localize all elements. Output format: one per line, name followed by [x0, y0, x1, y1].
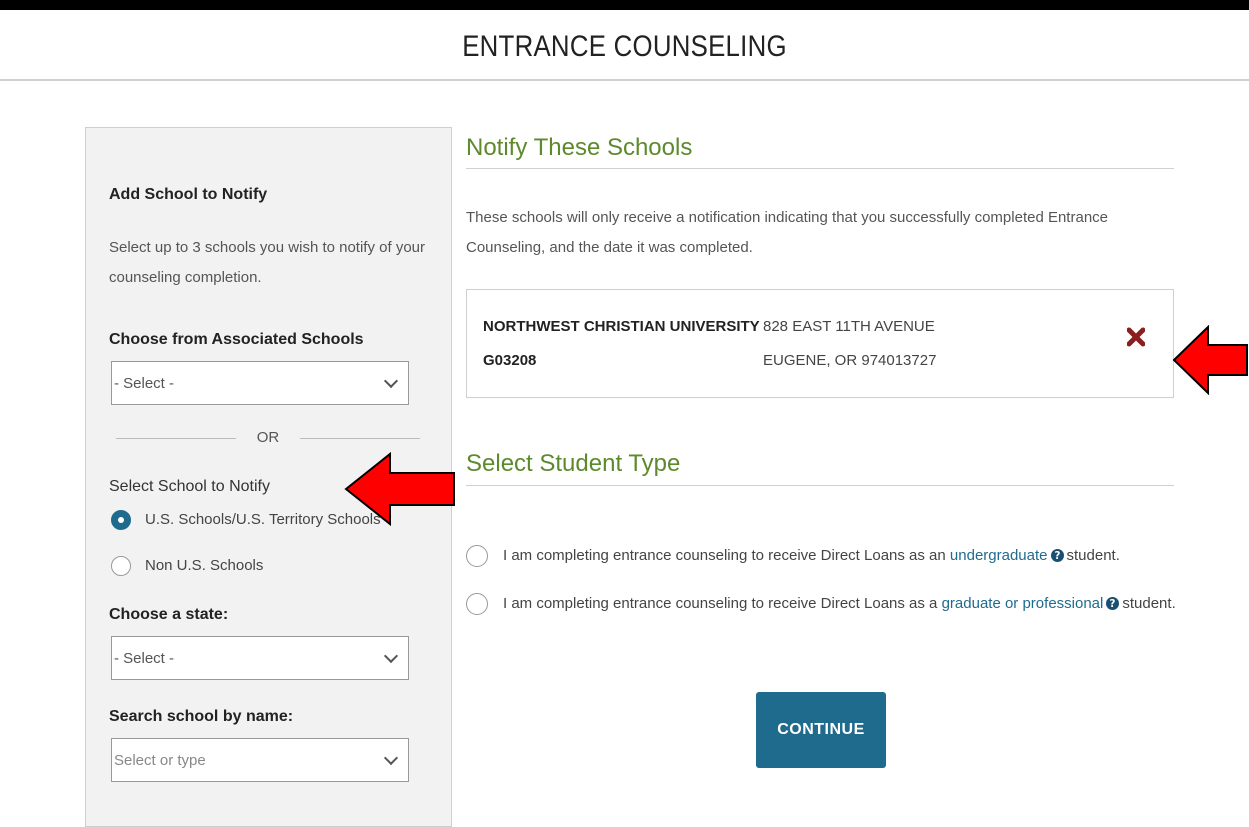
sidebar-description: Select up to 3 schools you wish to notif… — [109, 239, 426, 286]
chevron-down-icon — [383, 750, 399, 766]
graduate-professional-link[interactable]: graduate or professional — [942, 595, 1104, 612]
student-type-heading: Select Student Type — [466, 450, 681, 477]
undergraduate-link[interactable]: undergraduate — [950, 547, 1048, 564]
or-divider-line-right — [300, 438, 420, 439]
radio-graduate-label: I am completing entrance counseling to r… — [503, 595, 1176, 612]
graduate-text-prefix: I am completing entrance counseling to r… — [503, 595, 938, 612]
radio-non-us-schools-button[interactable] — [111, 556, 131, 576]
annotation-arrow-left-icon — [344, 451, 455, 527]
annotation-arrow-right-icon — [1172, 325, 1248, 395]
school-name: NORTHWEST CHRISTIAN UNIVERSITY — [483, 318, 760, 335]
associated-schools-label: Choose from Associated Schools — [109, 331, 364, 348]
state-label: Choose a state: — [109, 606, 229, 623]
undergraduate-text-suffix: student. — [1066, 547, 1120, 564]
continue-button[interactable]: CONTINUE — [756, 692, 886, 768]
radio-non-us-schools-label: Non U.S. Schools — [145, 557, 264, 574]
undergraduate-text-prefix: I am completing entrance counseling to r… — [503, 547, 946, 564]
school-code: G03208 — [483, 352, 537, 369]
student-type-divider — [466, 485, 1174, 486]
selected-school-card: NORTHWEST CHRISTIAN UNIVERSITY G03208 82… — [466, 289, 1174, 398]
search-school-label: Search school by name: — [109, 708, 294, 725]
state-select-value: - Select - — [114, 650, 175, 667]
school-address-line1: 828 EAST 11TH AVENUE — [763, 318, 935, 335]
top-bar — [0, 0, 1249, 10]
remove-school-icon[interactable] — [1127, 326, 1145, 348]
state-select[interactable]: - Select - — [111, 636, 409, 680]
graduate-text-suffix: student. — [1122, 595, 1176, 612]
associated-schools-select[interactable]: - Select - — [111, 361, 409, 405]
or-divider: OR — [116, 428, 420, 448]
svg-text:?: ? — [1110, 599, 1116, 610]
notify-schools-heading: Notify These Schools — [466, 134, 693, 161]
search-school-placeholder: Select or type — [114, 752, 206, 769]
sidebar-heading: Add School to Notify — [109, 186, 268, 203]
svg-text:?: ? — [1054, 551, 1060, 562]
radio-us-schools-button[interactable] — [111, 510, 131, 530]
radio-undergraduate-label: I am completing entrance counseling to r… — [503, 547, 1120, 564]
notify-schools-description: These schools will only receive a notifi… — [466, 209, 1108, 256]
radio-graduate-button[interactable] — [466, 593, 488, 615]
chevron-down-icon — [383, 648, 399, 664]
page-title: ENTRANCE COUNSELING — [462, 30, 787, 63]
school-address-line2: EUGENE, OR 974013727 — [763, 352, 937, 369]
associated-schools-select-value: - Select - — [114, 375, 175, 392]
search-school-input[interactable]: Select or type — [111, 738, 409, 782]
notify-schools-divider — [466, 168, 1174, 169]
title-divider — [0, 79, 1249, 81]
select-school-label: Select School to Notify — [109, 478, 270, 495]
chevron-down-icon — [383, 373, 399, 389]
help-icon[interactable]: ? — [1106, 597, 1120, 610]
radio-undergraduate-button[interactable] — [466, 545, 488, 567]
help-icon[interactable]: ? — [1050, 549, 1064, 562]
